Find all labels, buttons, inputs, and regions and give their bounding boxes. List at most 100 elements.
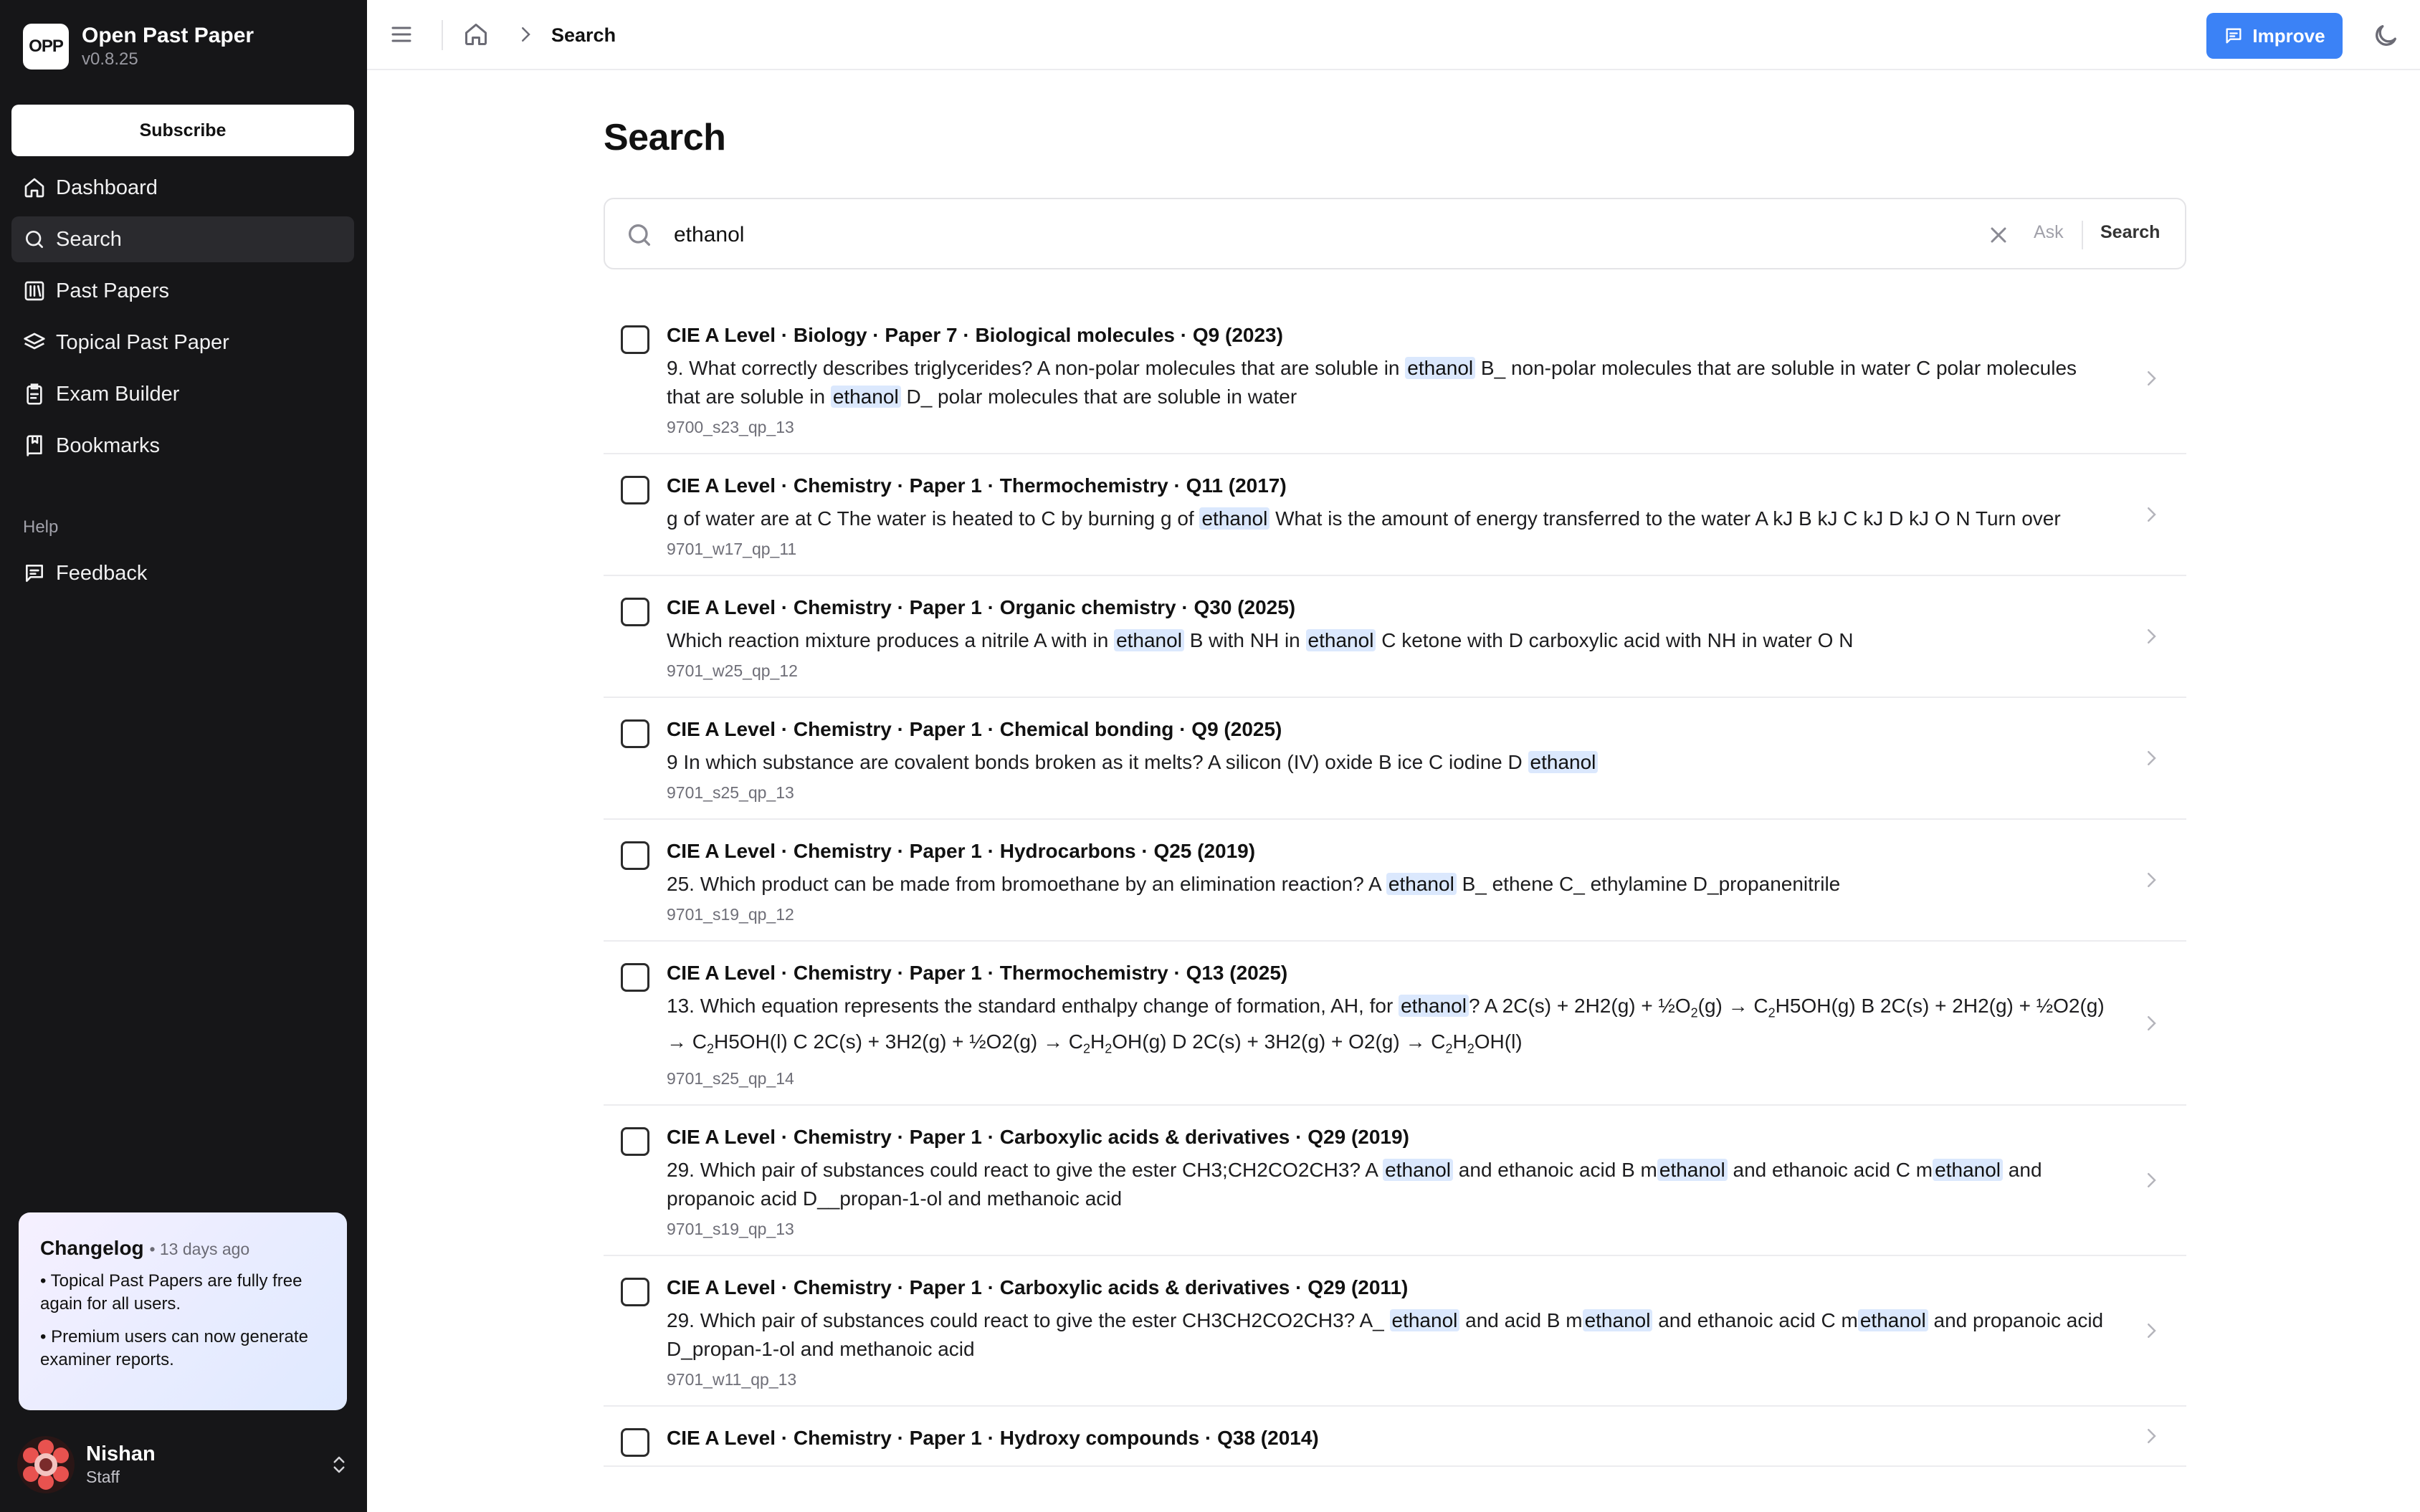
result-paper-code: 9701_w25_qp_12: [667, 661, 798, 680]
home-icon: [24, 178, 44, 198]
sidebar-item-topical-past-paper[interactable]: Topical Past Paper: [11, 320, 354, 365]
sidebar-item-label: Dashboard: [56, 176, 158, 199]
result-title: CIE A Level · Chemistry · Paper 1 · Ther…: [667, 962, 1288, 984]
result-checkbox[interactable]: [621, 963, 649, 992]
changelog-item: • Premium users can now generate examine…: [40, 1327, 308, 1369]
app-logo: OPP: [23, 24, 69, 70]
result-paper-code: 9701_s25_qp_13: [667, 783, 794, 802]
search-highlight: ethanol: [1399, 995, 1469, 1017]
subscribe-button[interactable]: Subscribe: [11, 105, 354, 156]
result-checkbox[interactable]: [621, 1428, 649, 1458]
help-nav: Feedback: [11, 550, 354, 602]
search-highlight: ethanol: [1383, 1159, 1454, 1182]
user-name: Nishan: [86, 1442, 156, 1465]
search-bar: Ask Search: [604, 198, 2186, 269]
result-title: CIE A Level · Biology · Paper 7 · Biolog…: [667, 324, 1283, 346]
sidebar-item-dashboard[interactable]: Dashboard: [11, 165, 354, 211]
search-icon: [26, 231, 43, 248]
search-highlight: ethanol: [1386, 873, 1457, 895]
chevron-right-icon[interactable]: [2140, 1320, 2162, 1341]
search-button[interactable]: Search: [2100, 222, 2160, 243]
search-highlight: ethanol: [1199, 507, 1270, 530]
result-item[interactable]: CIE A Level · Chemistry · Paper 1 · Hydr…: [604, 820, 2186, 942]
result-title: CIE A Level · Chemistry · Paper 1 · Orga…: [667, 596, 1296, 618]
help-section-label: Help: [23, 517, 59, 537]
search-highlight: ethanol: [1114, 629, 1184, 651]
result-title: CIE A Level · Chemistry · Paper 1 · Carb…: [667, 1276, 1409, 1299]
user-role: Staff: [86, 1468, 120, 1486]
result-snippet: 25. Which product can be made from bromo…: [667, 873, 1841, 895]
result-item[interactable]: CIE A Level · Chemistry · Paper 1 · Chem…: [604, 698, 2186, 820]
chevron-right-icon[interactable]: [2140, 626, 2162, 647]
sidebar-item-label: Search: [56, 227, 122, 251]
changelog-item: • Topical Past Papers are fully free aga…: [40, 1271, 302, 1314]
sidebar-nav: Dashboard Search Past Papers Topical Pas…: [11, 165, 354, 474]
divider: [442, 20, 443, 50]
changelog-header: Changelog • 13 days ago: [40, 1237, 325, 1260]
result-checkbox[interactable]: [621, 719, 649, 748]
changelog-card[interactable]: Changelog • 13 days ago • Topical Past P…: [19, 1212, 347, 1410]
chevron-right-icon[interactable]: [2140, 1425, 2162, 1447]
result-checkbox[interactable]: [621, 476, 649, 504]
library-icon: [24, 281, 44, 301]
result-snippet: Which reaction mixture produces a nitril…: [667, 629, 1854, 651]
chevron-right-icon[interactable]: [2140, 368, 2162, 389]
chevron-right-icon[interactable]: [2140, 869, 2162, 891]
result-item[interactable]: CIE A Level · Chemistry · Paper 1 · Carb…: [604, 1256, 2186, 1407]
chevron-right-icon: [522, 27, 530, 42]
sidebar-item-bookmarks[interactable]: Bookmarks: [11, 423, 354, 469]
search-highlight: ethanol: [1405, 357, 1476, 379]
sidebar-item-search[interactable]: Search: [11, 216, 354, 262]
result-checkbox[interactable]: [621, 841, 649, 870]
result-paper-code: 9701_s19_qp_12: [667, 905, 794, 924]
result-item[interactable]: CIE A Level · Chemistry · Paper 1 · Ther…: [604, 942, 2186, 1106]
changelog-date: • 13 days ago: [149, 1240, 250, 1258]
brand[interactable]: OPP Open Past Paper v0.8.25: [23, 23, 254, 70]
search-highlight: ethanol: [1857, 1309, 1928, 1332]
result-title: CIE A Level · Chemistry · Paper 1 · Hydr…: [667, 840, 1256, 862]
clipboard-icon: [27, 383, 42, 405]
app-name: Open Past Paper: [82, 24, 254, 47]
sidebar-item-exam-builder[interactable]: Exam Builder: [11, 371, 354, 417]
search-highlight: ethanol: [1389, 1309, 1460, 1332]
result-paper-code: 9700_s23_qp_13: [667, 418, 794, 436]
moon-icon[interactable]: [2371, 21, 2400, 50]
result-item[interactable]: CIE A Level · Chemistry · Paper 1 · Hydr…: [604, 1407, 2186, 1468]
search-highlight: ethanol: [830, 386, 901, 408]
result-checkbox[interactable]: [621, 598, 649, 626]
user-menu[interactable]: Nishan Staff: [17, 1436, 350, 1493]
improve-button[interactable]: Improve: [2206, 13, 2343, 59]
result-paper-code: 9701_w17_qp_11: [667, 540, 797, 558]
chevron-right-icon[interactable]: [2140, 747, 2162, 769]
result-snippet: 13. Which equation represents the standa…: [667, 995, 2105, 1056]
ask-button[interactable]: Ask: [2034, 222, 2064, 243]
sidebar-item-label: Feedback: [56, 561, 148, 585]
chevron-right-icon[interactable]: [2140, 504, 2162, 525]
sidebar-toggle-icon[interactable]: [389, 21, 414, 47]
results-list: CIE A Level · Biology · Paper 7 · Biolog…: [604, 304, 2186, 1468]
sidebar-item-feedback[interactable]: Feedback: [11, 550, 354, 596]
result-item[interactable]: CIE A Level · Chemistry · Paper 1 · Orga…: [604, 576, 2186, 698]
result-paper-code: 9701_s19_qp_13: [667, 1220, 794, 1239]
result-title: CIE A Level · Chemistry · Paper 1 · Carb…: [667, 1126, 1409, 1149]
result-item[interactable]: CIE A Level · Chemistry · Paper 1 · Ther…: [604, 454, 2186, 576]
result-snippet: 9 In which substance are covalent bonds …: [667, 748, 2115, 777]
chevron-right-icon[interactable]: [2140, 1013, 2162, 1034]
result-paper-code: 9701_s25_qp_14: [667, 1069, 794, 1088]
result-checkbox[interactable]: [621, 1278, 649, 1307]
result-checkbox[interactable]: [621, 1127, 649, 1157]
sidebar-item-label: Exam Builder: [56, 382, 180, 406]
divider: [2082, 221, 2083, 249]
search-input[interactable]: [674, 215, 1849, 255]
breadcrumb-current: Search: [551, 24, 616, 46]
close-icon[interactable]: [1986, 222, 2011, 248]
result-item[interactable]: CIE A Level · Chemistry · Paper 1 · Carb…: [604, 1106, 2186, 1257]
chevron-right-icon[interactable]: [2140, 1169, 2162, 1191]
chevron-up-down-icon: [333, 1456, 345, 1473]
sidebar-item-past-papers[interactable]: Past Papers: [11, 268, 354, 314]
home-icon[interactable]: [463, 21, 489, 47]
result-title: CIE A Level · Chemistry · Paper 1 · Hydr…: [667, 1427, 1319, 1450]
result-snippet: 29. Which pair of substances could react…: [667, 1159, 2042, 1210]
result-checkbox[interactable]: [621, 325, 649, 354]
result-item[interactable]: CIE A Level · Biology · Paper 7 · Biolog…: [604, 304, 2186, 454]
